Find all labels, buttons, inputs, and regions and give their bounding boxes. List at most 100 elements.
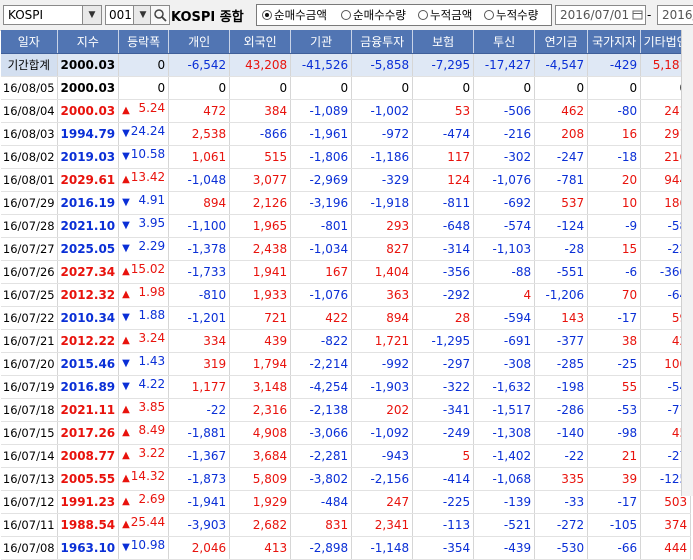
table-row[interactable]: 16/07/08 1963.10 ▼ 10.98 2,046 413 -2,898 -1,14…	[1, 536, 692, 560]
flow-value: 1,965	[229, 214, 292, 238]
table-row[interactable]: 16/07/12 1991.23 ▲ 2.69 -1,941 1,929 -484 247 -2…	[1, 490, 692, 514]
flow-value: 462	[534, 99, 589, 123]
index-value: 2021.11	[57, 398, 120, 422]
column-header[interactable]: 연기금	[534, 30, 589, 54]
flow-value: -811	[412, 191, 475, 215]
triangle-up-icon: ▲	[122, 427, 130, 438]
table-row[interactable]: 16/07/18 2021.11 ▲ 3.85 -22 2,316 -2,138 202 -34…	[1, 398, 692, 422]
column-header[interactable]: 등락폭	[118, 30, 170, 54]
code-input[interactable]: 001	[105, 5, 135, 25]
table-row[interactable]: 16/07/25 2012.32 ▲ 1.98 -810 1,933 -1,076 363 -2…	[1, 283, 692, 307]
column-header[interactable]: 개인	[168, 30, 231, 54]
flow-value: 3,077	[229, 168, 292, 192]
table-row[interactable]: 16/07/19 2016.89 ▼ 4.22 1,177 3,148 -4,254 -1,9…	[1, 375, 692, 399]
vertical-scrollbar[interactable]	[681, 30, 693, 496]
flow-value: -356	[412, 260, 475, 284]
column-header[interactable]: 기관	[290, 30, 353, 54]
flow-value: 247	[351, 490, 414, 514]
summary-row[interactable]: 기간합계 2000.03 0 -6,542 43,208 -41,526 -5,858 -7,…	[1, 53, 692, 77]
change-value: 15.02	[130, 262, 166, 276]
flow-value: -6,542	[168, 53, 231, 77]
triangle-up-icon: ▲	[122, 404, 130, 415]
table-row[interactable]: 16/07/20 2015.46 ▼ 1.43 319 1,794 -2,214 -992 -2…	[1, 352, 692, 376]
column-header[interactable]: 외국인	[229, 30, 292, 54]
flow-value: -1,068	[473, 467, 536, 491]
market-select[interactable]: KOSPI	[3, 5, 83, 25]
radio-net-buy-amount[interactable]: 순매수금액	[262, 8, 327, 22]
date-cell: 16/08/01	[1, 168, 58, 192]
flow-value: 124	[412, 168, 475, 192]
table-row[interactable]: 16/07/13 2005.55 ▲ 14.32 -1,873 5,809 -3,802 -2…	[1, 467, 692, 491]
table-row[interactable]: 16/08/03 1994.79 ▼ 24.24 2,538 -866 -1,961 -972…	[1, 122, 692, 146]
table-row[interactable]: 16/07/15 2017.26 ▲ 8.49 -1,881 4,908 -3,066 -1,…	[1, 421, 692, 445]
flow-value: 384	[229, 99, 292, 123]
table-row[interactable]: 16/07/28 2021.10 ▼ 3.95 -1,100 1,965 -801 293 -6…	[1, 214, 692, 238]
table-row[interactable]: 16/07/29 2016.19 ▼ 4.91 894 2,126 -3,196 -1,918…	[1, 191, 692, 215]
table-row[interactable]: 16/08/04 2000.03 ▲ 5.24 472 384 -1,089 -1,002 53…	[1, 99, 692, 123]
radio-label: 순매수금액	[274, 8, 327, 22]
market-dropdown-button[interactable]: ▼	[82, 5, 102, 25]
code-input-value: 001	[109, 8, 132, 22]
flow-value: -1,076	[290, 283, 353, 307]
flow-value: -113	[412, 513, 475, 537]
radio-cum-amount[interactable]: 누적금액	[418, 8, 472, 22]
radio-net-buy-qty[interactable]: 순매수수량	[341, 8, 406, 22]
column-header[interactable]: 지수	[57, 30, 120, 54]
table-row[interactable]: 16/07/21 2012.22 ▲ 3.24 334 439 -822 1,721 -1,29…	[1, 329, 692, 353]
flow-value: 4	[473, 283, 536, 307]
change-value: 3.24	[138, 331, 166, 345]
flow-value: -1,517	[473, 398, 536, 422]
date-cell: 16/08/02	[1, 145, 58, 169]
change-value: 0	[118, 53, 170, 77]
table-row[interactable]: 16/07/11 1988.54 ▲ 25.44 -3,903 2,682 831 2,341…	[1, 513, 692, 537]
table-row[interactable]: 16/08/02 2019.03 ▼ 10.58 1,061 515 -1,806 -1,18…	[1, 145, 692, 169]
triangle-up-icon: ▲	[122, 105, 130, 116]
change-cell: ▲ 2.69	[118, 490, 170, 514]
date-from-calendar-button[interactable]	[631, 5, 646, 25]
market-name: KOSPI 종합	[171, 10, 244, 25]
table-row[interactable]: 16/07/27 2025.05 ▼ 2.29 -1,378 2,438 -1,034 827…	[1, 237, 692, 261]
column-header[interactable]: 투신	[473, 30, 536, 54]
table-row[interactable]: 16/08/01 2029.61 ▲ 13.42 -1,048 3,077 -2,969 -3…	[1, 168, 692, 192]
flow-value: 0	[473, 76, 536, 100]
change-value: 3.85	[138, 400, 166, 414]
flow-value: 1,933	[229, 283, 292, 307]
change-cell: ▲ 1.98	[118, 283, 170, 307]
flow-value: -124	[534, 214, 589, 238]
flow-value: -198	[534, 375, 589, 399]
table-row[interactable]: 16/07/14 2008.77 ▲ 3.22 -1,367 3,684 -2,281 -94…	[1, 444, 692, 468]
table-row[interactable]: 16/07/26 2027.34 ▲ 15.02 -1,733 1,941 167 1,404…	[1, 260, 692, 284]
index-value: 2012.32	[57, 283, 120, 307]
flow-value: 721	[229, 306, 292, 330]
table-row[interactable]: 16/08/052000.030000000000	[1, 76, 692, 100]
index-value: 2012.22	[57, 329, 120, 353]
flow-value: -1,100	[168, 214, 231, 238]
column-header[interactable]: 국가지자	[587, 30, 642, 54]
index-value: 1991.23	[57, 490, 120, 514]
table-row[interactable]: 16/07/22 2010.34 ▼ 1.88 -1,201 721 422 894 28 -59…	[1, 306, 692, 330]
date-cell: 16/07/20	[1, 352, 58, 376]
flow-value: 55	[587, 375, 642, 399]
flow-value: -5,858	[351, 53, 414, 77]
flow-value: 3,148	[229, 375, 292, 399]
date-to-input[interactable]: 2016/0	[657, 5, 693, 25]
flow-value: 0	[351, 76, 414, 100]
date-cell: 16/07/08	[1, 536, 58, 560]
change-value: 0	[157, 81, 166, 95]
radio-icon	[262, 10, 272, 20]
flow-value: -314	[412, 237, 475, 261]
flow-value: -4,254	[290, 375, 353, 399]
change-value: 2.69	[138, 492, 166, 506]
change-cell: ▼ 4.91	[118, 191, 170, 215]
column-header[interactable]: 금융투자	[351, 30, 414, 54]
flow-value: -297	[412, 352, 475, 376]
column-header[interactable]: 보험	[412, 30, 475, 54]
flow-value: -18	[587, 145, 642, 169]
flow-value: 831	[290, 513, 353, 537]
search-button[interactable]	[150, 5, 170, 25]
flow-value: -484	[290, 490, 353, 514]
date-from-input[interactable]: 2016/07/01	[555, 5, 632, 25]
column-header[interactable]: 일자	[1, 30, 58, 54]
change-value: 3.95	[138, 216, 166, 230]
radio-cum-qty[interactable]: 누적수량	[484, 8, 538, 22]
